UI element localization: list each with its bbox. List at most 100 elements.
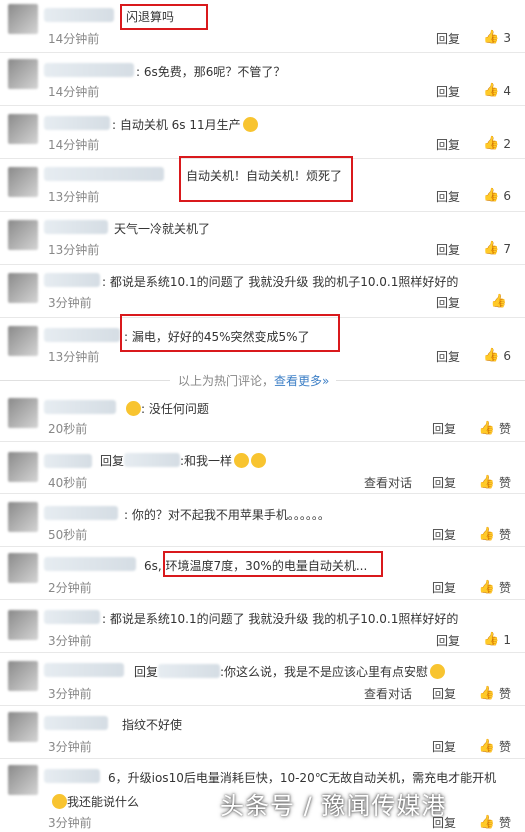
like-button[interactable]: 👍 [491,294,511,309]
thumbs-up-icon: 👍 [483,348,500,363]
like-button[interactable]: 👍 赞 [479,474,511,491]
avatar[interactable] [8,273,38,303]
reply-button[interactable]: 回复 [436,348,460,365]
highlight-box [120,314,340,352]
reply-target-blurred[interactable] [124,453,181,467]
comment-time: 13分钟前 [48,190,100,204]
comment-text: : 6s免费，那6呢？不管了？ [136,65,286,79]
like-button[interactable]: 👍 赞 [479,579,511,596]
comment-row: 闪退算吗 14分钟前 回复 👍 3 [0,0,525,53]
username-blurred[interactable] [44,328,120,342]
username-blurred[interactable] [44,610,100,624]
reply-button[interactable]: 回复 [436,136,460,153]
avatar[interactable] [8,712,38,742]
like-button[interactable]: 👍 1 [483,632,511,647]
view-more-link[interactable]: 查看更多» [274,374,329,388]
thumbs-up-icon: 👍 [478,686,495,701]
username-blurred[interactable] [44,116,110,130]
highlight-box [179,156,353,202]
avatar[interactable] [8,553,38,583]
comment-time: 3分钟前 [48,687,92,701]
comment-time: 14分钟前 [48,85,100,99]
like-count: 2 [503,136,511,151]
like-button[interactable]: 👍 6 [483,348,511,363]
reply-button[interactable]: 回复 [432,579,456,596]
like-count: 6 [503,188,511,203]
username-blurred[interactable] [44,716,108,730]
thumbs-up-icon: 👍 [483,241,500,256]
emoji-icon [52,794,67,809]
avatar[interactable] [8,114,38,144]
username-blurred[interactable] [44,8,114,22]
like-button[interactable]: 👍 6 [483,188,511,203]
comment-text: : 都说是系统10.1的问题了 我就没升级 我的机子10.0.1照样好好的 [102,275,459,289]
thumbs-up-icon: 👍 [483,188,500,203]
divider-line-right [336,380,525,381]
reply-button[interactable]: 回复 [436,632,460,649]
username-blurred[interactable] [44,557,136,571]
reply-button[interactable]: 回复 [436,188,460,205]
reply-button[interactable]: 回复 [436,30,460,47]
emoji-icon [126,401,141,416]
like-button[interactable]: 👍 7 [483,241,511,256]
avatar[interactable] [8,220,38,250]
avatar[interactable] [8,326,38,356]
username-blurred[interactable] [44,63,134,77]
reply-button[interactable]: 回复 [432,685,456,702]
comment-row: : 6s免费，那6呢？不管了？ 14分钟前 回复 👍 4 [0,53,525,106]
avatar[interactable] [8,167,38,197]
like-button[interactable]: 👍 赞 [479,814,511,831]
reply-button[interactable]: 回复 [436,294,460,311]
comment-time: 2分钟前 [48,581,92,595]
highlight-box [120,4,208,30]
username-blurred[interactable] [44,769,100,783]
cat-emoji-icon [242,117,258,132]
reply-button[interactable]: 回复 [432,420,456,437]
avatar[interactable] [8,4,38,34]
username-blurred[interactable] [44,663,124,677]
thumbs-up-icon: 👍 [483,83,500,98]
like-button[interactable]: 👍 4 [483,83,511,98]
like-button[interactable]: 👍 2 [483,136,511,151]
thumbs-up-icon: 👍 [478,527,495,542]
avatar[interactable] [8,765,38,795]
crying-emoji-icon [234,453,250,468]
username-blurred[interactable] [44,454,92,468]
comment-row: : 自动关机 6s 11月生产 14分钟前 回复 👍 2 [0,106,525,159]
view-dialog-button[interactable]: 查看对话 [364,685,412,702]
reply-target-blurred[interactable] [158,664,221,678]
comment-time: 3分钟前 [48,816,92,830]
reply-button[interactable]: 回复 [432,526,456,543]
username-blurred[interactable] [44,220,108,234]
username-blurred[interactable] [44,400,116,414]
username-blurred[interactable] [44,167,164,181]
like-button[interactable]: 👍 赞 [479,420,511,437]
like-count: 6 [503,348,511,363]
reply-button[interactable]: 回复 [432,474,456,491]
avatar[interactable] [8,398,38,428]
reply-button[interactable]: 回复 [436,241,460,258]
avatar[interactable] [8,502,38,532]
like-button[interactable]: 👍 赞 [479,738,511,755]
hot-comments-divider: 以上为热门评论，查看更多» [0,372,525,388]
like-button[interactable]: 👍 赞 [479,526,511,543]
like-count: 3 [503,30,511,45]
comment-time: 14分钟前 [48,32,100,46]
thumbs-up-icon: 👍 [483,30,500,45]
reply-button[interactable]: 回复 [432,738,456,755]
avatar[interactable] [8,610,38,640]
reply-button[interactable]: 回复 [436,83,460,100]
avatar[interactable] [8,661,38,691]
crying-emoji-icon [251,453,267,468]
thumbs-up-icon: 👍 [478,739,495,754]
like-button[interactable]: 👍 赞 [479,685,511,702]
comment-text: : 你的？对不起我不用苹果手机。。。。。。 [124,508,330,522]
username-blurred[interactable] [44,273,100,287]
username-blurred[interactable] [44,506,118,520]
avatar[interactable] [8,59,38,89]
view-dialog-button[interactable]: 查看对话 [364,474,412,491]
comment-time: 50秒前 [48,528,88,542]
like-button[interactable]: 👍 3 [483,30,511,45]
avatar[interactable] [8,452,38,482]
thumbs-up-icon: 👍 [478,580,495,595]
